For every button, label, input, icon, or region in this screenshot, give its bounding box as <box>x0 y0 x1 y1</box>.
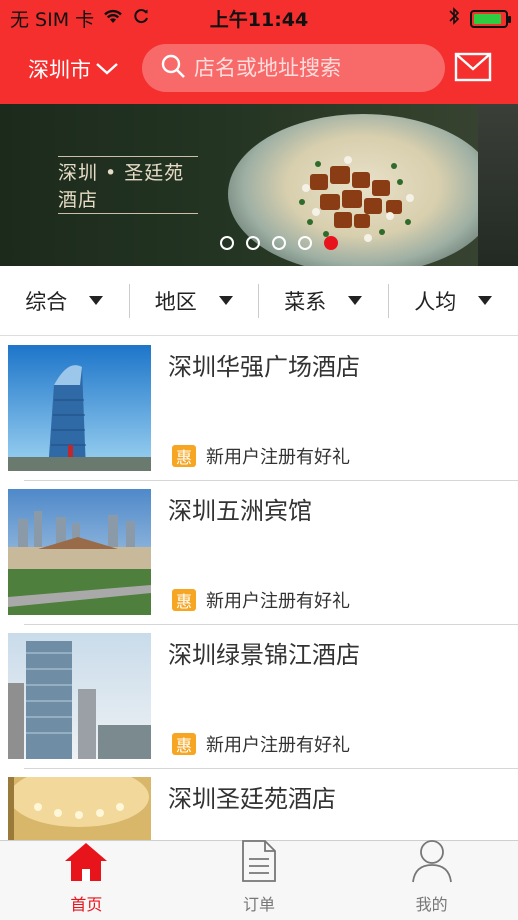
banner-title: 深圳 • 圣廷苑酒店 <box>58 156 198 214</box>
search-icon <box>160 53 186 83</box>
filter-price[interactable]: 人均 <box>389 284 518 318</box>
mail-icon[interactable] <box>454 52 492 86</box>
city-label: 深圳市 <box>28 58 91 82</box>
dropdown-triangle-icon <box>348 296 363 305</box>
hotel-name: 深圳绿景锦江酒店 <box>168 641 360 669</box>
tab-orders[interactable]: 订单 <box>173 839 346 920</box>
chevron-down-icon <box>95 57 119 81</box>
discount-badge: 惠 <box>172 445 196 467</box>
filter-cuisine[interactable]: 菜系 <box>259 283 389 318</box>
promo-row: 惠 新用户注册有好礼 <box>172 587 350 613</box>
pagination-dot[interactable] <box>272 236 286 250</box>
pagination-dot[interactable] <box>220 236 234 250</box>
promo-row: 惠 新用户注册有好礼 <box>172 731 350 757</box>
list-item[interactable]: 深圳华强广场酒店 惠 新用户注册有好礼 <box>0 337 518 481</box>
status-bar: 无 SIM 卡 上午11:44 <box>0 0 518 34</box>
filter-label: 综合 <box>25 289 68 314</box>
discount-badge: 惠 <box>172 733 196 755</box>
tab-label: 订单 <box>243 895 276 914</box>
hotel-thumbnail <box>8 489 151 615</box>
discount-badge: 惠 <box>172 589 196 611</box>
battery-charging-icon <box>470 9 511 28</box>
home-icon <box>63 841 109 887</box>
tab-label: 首页 <box>70 895 103 914</box>
filter-sort[interactable]: 综合 <box>0 283 130 318</box>
search-input[interactable] <box>194 56 424 80</box>
pagination-dot[interactable] <box>324 236 338 250</box>
hotel-thumbnail <box>8 345 151 471</box>
city-selector[interactable]: 深圳市 <box>28 54 119 84</box>
promo-row: 惠 新用户注册有好礼 <box>172 443 350 469</box>
list-item[interactable]: 深圳绿景锦江酒店 惠 新用户注册有好礼 <box>0 625 518 769</box>
document-icon <box>239 839 279 887</box>
app-root: 无 SIM 卡 上午11:44 深圳市 店名或地址搜索 深圳 • 圣廷苑酒店 综… <box>0 0 518 920</box>
banner-pagination <box>0 236 518 250</box>
filter-bar: 综合 地区 菜系 人均 <box>0 266 518 336</box>
status-right <box>448 6 511 31</box>
promo-text: 新用户注册有好礼 <box>206 447 350 468</box>
hotel-name: 深圳圣廷苑酒店 <box>168 785 336 813</box>
filter-label: 人均 <box>414 289 457 314</box>
pagination-dot[interactable] <box>246 236 260 250</box>
bluetooth-icon <box>448 6 460 31</box>
filter-region[interactable]: 地区 <box>130 283 259 318</box>
dropdown-triangle-icon <box>218 296 233 305</box>
battery-fill <box>474 13 501 24</box>
bottom-tab-bar: 首页 订单 我的 <box>0 840 518 920</box>
hotel-name: 深圳五洲宾馆 <box>168 497 312 525</box>
promo-text: 新用户注册有好礼 <box>206 735 350 756</box>
search-bar[interactable] <box>142 44 445 92</box>
tab-label: 我的 <box>415 895 448 914</box>
top-nav: 深圳市 <box>0 34 518 104</box>
promo-text: 新用户注册有好礼 <box>206 591 350 612</box>
status-time: 上午11:44 <box>209 9 309 31</box>
dropdown-triangle-icon <box>478 296 493 305</box>
pagination-dot[interactable] <box>298 236 312 250</box>
dropdown-triangle-icon <box>89 296 104 305</box>
tab-home[interactable]: 首页 <box>0 841 173 920</box>
tab-profile[interactable]: 我的 <box>345 839 518 920</box>
filter-label: 地区 <box>154 289 197 314</box>
user-icon <box>411 839 453 887</box>
hotel-name: 深圳华强广场酒店 <box>168 353 360 381</box>
list-item[interactable]: 深圳五洲宾馆 惠 新用户注册有好礼 <box>0 481 518 625</box>
hotel-list: 深圳华强广场酒店 惠 新用户注册有好礼 深圳五洲宾馆 惠 新用户注册有好礼 深圳… <box>0 337 518 913</box>
filter-label: 菜系 <box>284 289 327 314</box>
hotel-thumbnail <box>8 633 151 759</box>
